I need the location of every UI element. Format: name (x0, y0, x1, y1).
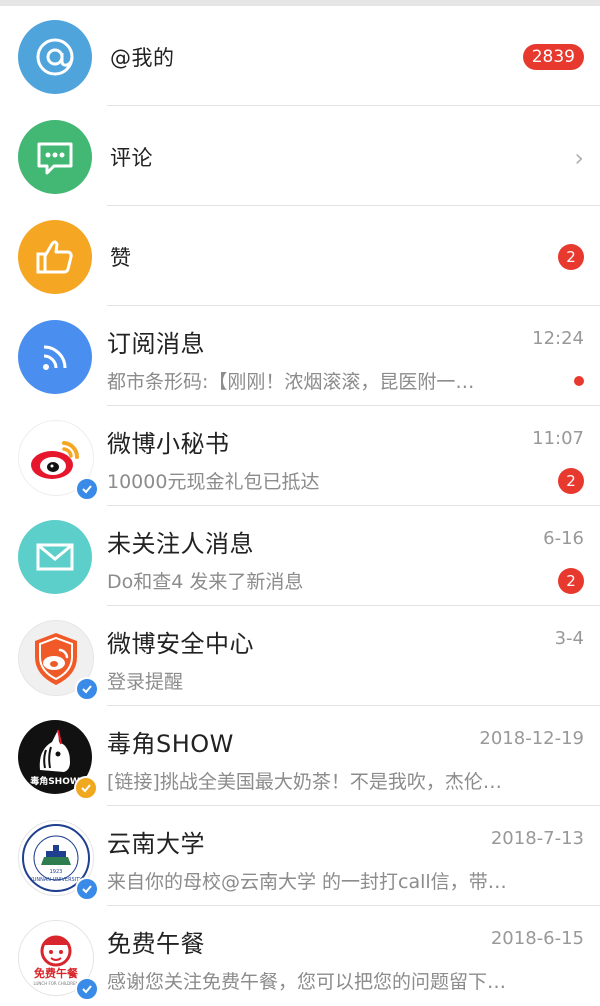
verified-badge-icon (75, 677, 99, 701)
item-subtitle: 来自你的母校@云南大学 的一封打call信，带… (107, 871, 507, 893)
unicorn-logo-icon: 毒角SHOW (18, 720, 98, 800)
list-item-comments[interactable]: 评论 › (0, 106, 600, 206)
unread-badge: 2 (558, 568, 584, 594)
seal-year: 1923 (50, 869, 63, 875)
list-item-free-lunch[interactable]: 免费午餐 LUNCH FOR CHILDREN 免费午餐 2018-6-15 感… (0, 906, 600, 1006)
list-item-mentions[interactable]: @我的 2839 (0, 6, 600, 106)
shield-weibo-icon (18, 620, 99, 701)
unread-badge: 2 (558, 244, 584, 270)
unread-badge: 2839 (522, 44, 584, 70)
university-seal-icon: YUNNAN UNIVERSITY 1923 (18, 820, 99, 901)
item-time: 12:24 (532, 328, 584, 349)
item-time: 2018-6-15 (490, 928, 584, 949)
comment-icon (18, 120, 92, 194)
at-icon (18, 20, 92, 94)
item-title: 云南大学 (107, 830, 205, 858)
verified-badge-icon (75, 977, 99, 1001)
verified-badge-icon (75, 877, 99, 901)
list-item-subscriptions[interactable]: 订阅消息 12:24 都市条形码:【刚刚！浓烟滚滚，昆医附一… (0, 306, 600, 406)
chevron-right-icon: › (574, 144, 584, 172)
item-subtitle: [链接]挑战全美国最大奶茶！不是我吹，杰伦… (107, 771, 502, 793)
item-title: 微博小秘书 (107, 430, 230, 458)
verified-badge-icon (74, 776, 98, 800)
item-title: 微博安全中心 (107, 630, 254, 658)
rss-icon (18, 320, 92, 394)
unread-badge: 2 (558, 468, 584, 494)
thumbs-up-icon (18, 220, 92, 294)
item-time: 2018-7-13 (490, 828, 584, 849)
item-subtitle: 感谢您关注免费午餐，您可以把您的问题留下… (107, 971, 507, 993)
freelunch-logo-subtext: LUNCH FOR CHILDREN (33, 981, 78, 986)
dujiao-logo-text: 毒角SHOW (30, 775, 80, 787)
free-lunch-logo-icon: 免费午餐 LUNCH FOR CHILDREN (18, 920, 99, 1001)
item-title: 免费午餐 (107, 930, 205, 958)
list-item-dujiao-show[interactable]: 毒角SHOW 毒角SHOW 2018-12-19 [链接]挑战全美国最大奶茶！不… (0, 706, 600, 806)
item-title: @我的 (110, 46, 175, 70)
item-time: 3-4 (554, 628, 584, 649)
item-time: 11:07 (532, 428, 584, 449)
item-title: 毒角SHOW (107, 730, 234, 758)
list-item-yunnan-university[interactable]: YUNNAN UNIVERSITY 1923 云南大学 2018-7-13 来自… (0, 806, 600, 906)
list-item-weibo-assistant[interactable]: 微博小秘书 11:07 10000元现金礼包已抵达 2 (0, 406, 600, 506)
verified-badge-icon (75, 477, 99, 501)
mail-icon (18, 520, 92, 594)
weibo-logo-icon (18, 420, 99, 501)
list-item-stranger-messages[interactable]: 未关注人消息 6-16 Do和查4 发来了新消息 2 (0, 506, 600, 606)
item-title: 赞 (110, 246, 132, 270)
item-time: 6-16 (543, 528, 584, 549)
item-title: 未关注人消息 (107, 530, 254, 558)
item-time: 2018-12-19 (479, 728, 584, 749)
item-subtitle: Do和查4 发来了新消息 (107, 571, 304, 593)
list-item-likes[interactable]: 赞 2 (0, 206, 600, 306)
seal-text: YUNNAN UNIVERSITY (29, 877, 84, 883)
list-item-security-center[interactable]: 微博安全中心 3-4 登录提醒 (0, 606, 600, 706)
unread-dot (574, 376, 584, 386)
item-subtitle: 登录提醒 (107, 671, 184, 693)
item-title: 订阅消息 (107, 330, 205, 358)
item-subtitle: 都市条形码:【刚刚！浓烟滚滚，昆医附一… (107, 371, 475, 393)
freelunch-logo-text: 免费午餐 (34, 966, 79, 980)
item-subtitle: 10000元现金礼包已抵达 (107, 471, 320, 493)
item-title: 评论 (110, 146, 153, 170)
